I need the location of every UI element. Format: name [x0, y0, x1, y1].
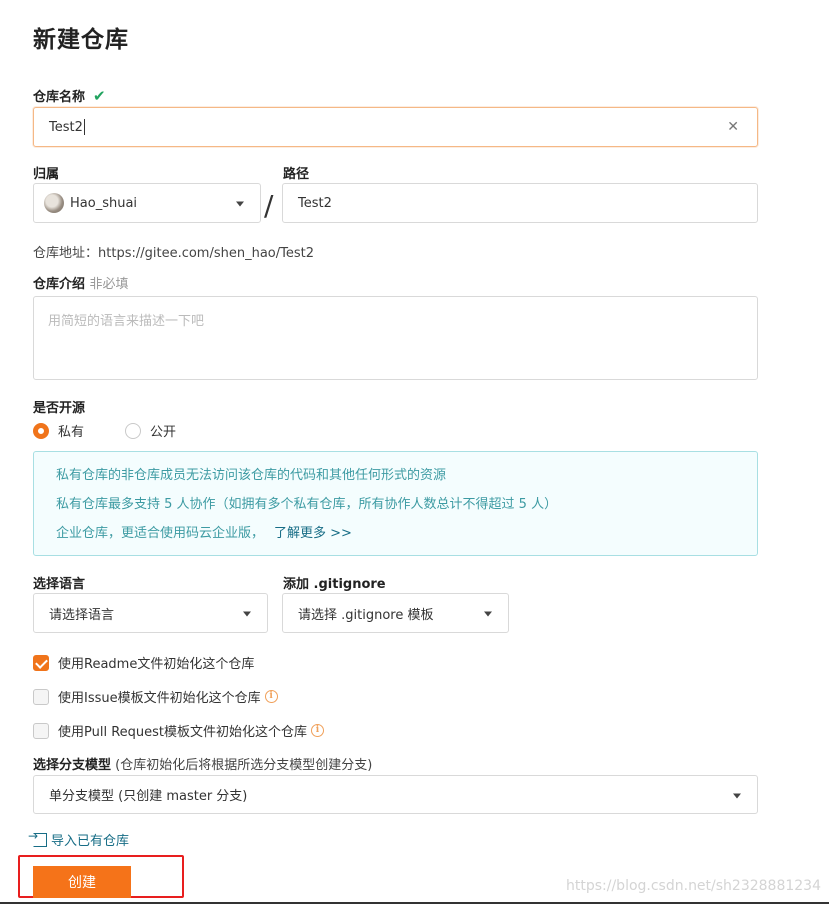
repo-name-input[interactable]: Test2 ✕: [33, 107, 758, 147]
gitignore-label: 添加 .gitignore: [283, 577, 386, 592]
info-line-2: 私有仓库最多支持 5 人协作（如拥有多个私有仓库，所有协作人数总计不得超过 5 …: [56, 497, 558, 512]
text-cursor: [83, 119, 85, 135]
clear-icon[interactable]: ✕: [727, 119, 739, 135]
owner-select[interactable]: Hao_shuai: [33, 183, 261, 223]
owner-value: Hao_shuai: [70, 195, 138, 211]
radio-public-dot[interactable]: [125, 422, 141, 439]
info-icon[interactable]: i: [264, 690, 278, 703]
import-icon: [28, 829, 47, 847]
language-label: 选择语言: [33, 577, 86, 592]
watermark: https://blog.csdn.net/sh2328881234: [566, 878, 821, 894]
branch-model-label-text: 选择分支模型: [33, 758, 112, 773]
page-title: 新建仓库: [33, 27, 129, 53]
check-icon: ✔: [93, 87, 106, 105]
checkbox-readme-box[interactable]: [33, 654, 49, 671]
path-value: Test2: [298, 195, 332, 211]
repo-name-label: 仓库名称 ✔: [33, 86, 106, 105]
radio-private-label: 私有: [58, 425, 85, 440]
repo-url-label: 仓库地址：: [33, 246, 99, 261]
info-icon[interactable]: i: [311, 724, 325, 737]
path-label: 路径: [283, 167, 310, 182]
gitignore-select[interactable]: 请选择 .gitignore 模板: [282, 593, 509, 633]
repo-url: 仓库地址：https://gitee.com/shen_hao/Test2: [33, 242, 314, 261]
info-line-1: 私有仓库的非仓库成员无法访问该仓库的代码和其他任何形式的资源: [56, 468, 447, 483]
import-repo-link[interactable]: 导入已有仓库: [28, 829, 130, 850]
info-line-3-text: 企业仓库，更适合使用码云企业版，: [56, 526, 265, 541]
checkbox-pr-label: 使用Pull Request模板文件初始化这个仓库: [58, 725, 308, 740]
learn-more-link[interactable]: 了解更多 >>: [274, 526, 352, 541]
repo-name-label-text: 仓库名称: [33, 90, 86, 105]
checkbox-readme[interactable]: 使用Readme文件初始化这个仓库: [33, 653, 254, 672]
caret-down-icon: [236, 201, 244, 207]
private-info-box: 私有仓库的非仓库成员无法访问该仓库的代码和其他任何形式的资源 私有仓库最多支持 …: [33, 451, 758, 556]
description-textarea[interactable]: 用简短的语言来描述一下吧: [33, 296, 758, 380]
branch-model-value: 单分支模型 (只创建 master 分支): [49, 789, 248, 804]
branch-model-select[interactable]: 单分支模型 (只创建 master 分支): [33, 775, 758, 814]
checkbox-issue[interactable]: 使用Issue模板文件初始化这个仓库 i: [33, 687, 278, 706]
radio-public-label: 公开: [150, 425, 177, 440]
description-label-text: 仓库介绍: [33, 277, 86, 292]
repo-name-value: Test2: [49, 119, 83, 135]
checkbox-issue-box[interactable]: [33, 688, 49, 705]
checkbox-pr-box[interactable]: [33, 722, 49, 739]
language-select[interactable]: 请选择语言: [33, 593, 268, 633]
path-separator: /: [264, 189, 274, 222]
branch-model-label: 选择分支模型 (仓库初始化后将根据所选分支模型创建分支): [33, 754, 372, 773]
description-label: 仓库介绍 非必填: [33, 273, 129, 292]
create-button[interactable]: 创建: [33, 866, 131, 898]
checkbox-readme-label: 使用Readme文件初始化这个仓库: [58, 657, 255, 672]
optional-tag: 非必填: [89, 277, 129, 292]
import-repo-label: 导入已有仓库: [51, 834, 130, 849]
checkbox-issue-label: 使用Issue模板文件初始化这个仓库: [58, 691, 261, 706]
gitignore-value: 请选择 .gitignore 模板: [298, 607, 434, 623]
radio-private-dot[interactable]: [33, 422, 49, 439]
bottom-divider: [0, 902, 829, 904]
owner-label: 归属: [33, 167, 60, 182]
branch-model-hint: (仓库初始化后将根据所选分支模型创建分支): [115, 758, 373, 773]
avatar: [44, 193, 64, 213]
caret-down-icon: [243, 611, 251, 617]
radio-private[interactable]: 私有: [33, 421, 84, 440]
visibility-label: 是否开源: [33, 401, 86, 416]
caret-down-icon: [733, 793, 741, 798]
language-value: 请选择语言: [49, 607, 115, 623]
radio-public[interactable]: 公开: [125, 421, 176, 440]
checkbox-pr[interactable]: 使用Pull Request模板文件初始化这个仓库 i: [33, 721, 325, 740]
info-line-3: 企业仓库，更适合使用码云企业版， 了解更多 >>: [56, 524, 735, 553]
path-input[interactable]: Test2: [282, 183, 758, 223]
caret-down-icon: [484, 611, 492, 617]
repo-url-value: https://gitee.com/shen_hao/Test2: [98, 246, 315, 261]
